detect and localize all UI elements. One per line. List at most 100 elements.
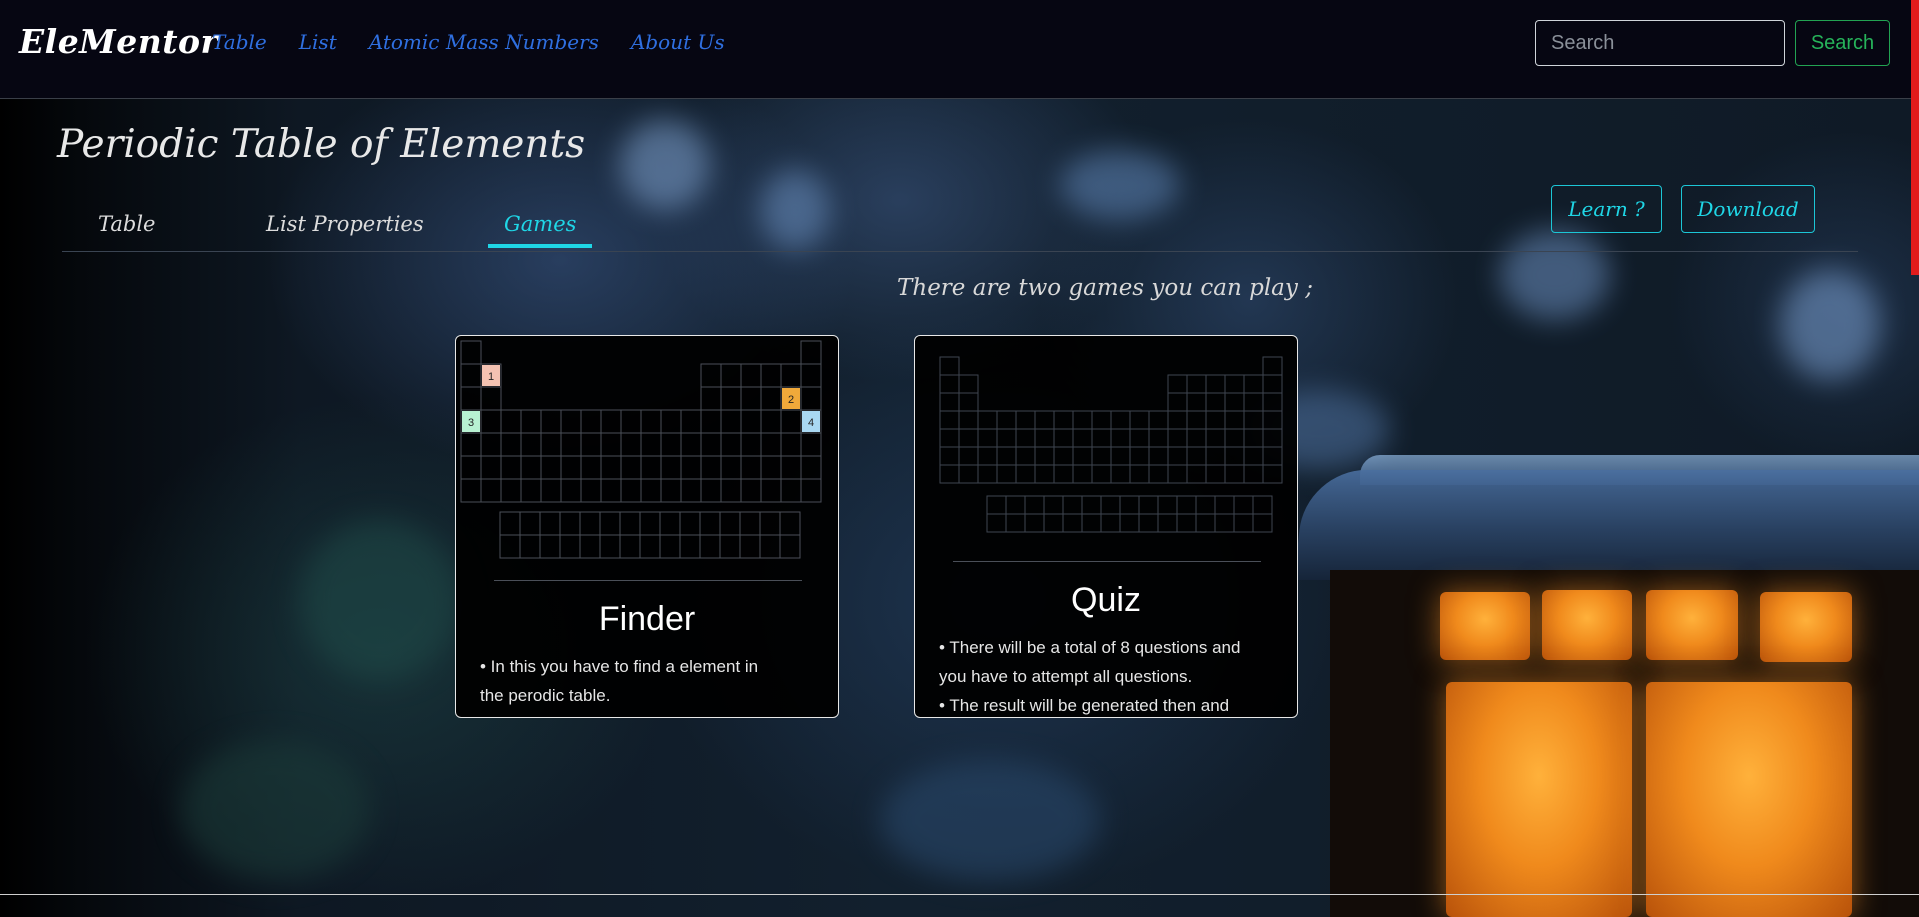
table-cell	[1129, 410, 1150, 430]
download-button[interactable]: Download	[1681, 185, 1815, 233]
table-cell	[1262, 392, 1283, 412]
table-cell	[1157, 513, 1178, 533]
table-cell	[720, 386, 742, 411]
table-cell	[660, 455, 682, 480]
table-cell	[996, 464, 1017, 484]
table-cell	[986, 495, 1007, 515]
nav-link-about-us[interactable]: About Us	[631, 30, 725, 54]
table-cell	[939, 374, 960, 394]
table-cell	[1243, 464, 1264, 484]
table-cell	[460, 432, 482, 457]
table-cell	[1110, 446, 1131, 466]
table-cell	[620, 432, 642, 457]
nav-link-table[interactable]: Table	[212, 30, 267, 54]
table-cell	[1233, 495, 1254, 515]
table-cell	[739, 534, 761, 559]
table-cell	[1224, 392, 1245, 412]
table-cell	[560, 432, 582, 457]
table-cell	[1015, 428, 1036, 448]
tab-list-properties[interactable]: List Properties	[250, 212, 440, 244]
table-cell	[660, 409, 682, 434]
table-cell	[619, 534, 641, 559]
table-cell	[1148, 428, 1169, 448]
table-cell	[640, 432, 662, 457]
table-cell	[639, 511, 661, 536]
table-cell	[1167, 446, 1188, 466]
bokeh-light	[180, 740, 370, 880]
table-cell	[599, 511, 621, 536]
search-button[interactable]: Search	[1795, 20, 1890, 66]
table-cell	[1186, 446, 1207, 466]
table-cell	[1176, 513, 1197, 533]
table-cell	[1205, 392, 1226, 412]
tab-table[interactable]: Table	[82, 212, 171, 244]
lantern-pane	[1542, 590, 1632, 660]
table-cell	[1252, 495, 1273, 515]
table-cell	[500, 478, 522, 503]
table-cell	[996, 446, 1017, 466]
scrollbar-thumb[interactable]	[1911, 0, 1919, 275]
card-divider	[494, 580, 802, 581]
table-cell	[500, 455, 522, 480]
table-cell	[680, 478, 702, 503]
table-cell	[740, 363, 762, 388]
table-cell	[499, 534, 521, 559]
table-cell	[1186, 410, 1207, 430]
bokeh-light	[300, 520, 460, 680]
learn-button[interactable]: Learn ?	[1551, 185, 1662, 233]
table-cell	[779, 534, 801, 559]
table-cell	[1072, 410, 1093, 430]
table-cell	[1243, 446, 1264, 466]
card-description-line: • The result will be generated then and	[939, 696, 1230, 715]
table-cell	[679, 534, 701, 559]
tab-games[interactable]: Games	[488, 212, 593, 248]
table-cell	[640, 455, 662, 480]
table-cell	[660, 478, 682, 503]
table-cell	[1034, 410, 1055, 430]
table-cell	[1205, 410, 1226, 430]
table-cell	[760, 478, 782, 503]
table-cell	[1205, 374, 1226, 394]
table-cell	[539, 511, 561, 536]
table-cell	[460, 455, 482, 480]
table-cell	[1053, 446, 1074, 466]
table-cell	[480, 478, 502, 503]
table-cell	[740, 386, 762, 411]
table-cell	[499, 511, 521, 536]
table-cell	[977, 446, 998, 466]
table-cell	[1138, 495, 1159, 515]
table-cell	[800, 455, 822, 480]
table-cell	[977, 464, 998, 484]
game-card-finder[interactable]: 1 2 3 4 Finder • In this you have to find a…	[455, 335, 839, 718]
table-cell	[1110, 410, 1131, 430]
table-cell	[1043, 495, 1064, 515]
page-title: Periodic Table of Elements	[57, 122, 586, 167]
table-cell	[800, 478, 822, 503]
table-cell	[977, 410, 998, 430]
table-cell	[1081, 513, 1102, 533]
nav-link-list[interactable]: List	[299, 30, 337, 54]
table-cell	[1072, 446, 1093, 466]
table-cell	[779, 511, 801, 536]
table-cell	[939, 356, 960, 376]
table-cell	[740, 455, 762, 480]
table-cell	[760, 386, 782, 411]
table-cell	[1262, 428, 1283, 448]
table-cell	[539, 534, 561, 559]
table-cell	[1091, 428, 1112, 448]
nav-link-atomic-mass-numbers[interactable]: Atomic Mass Numbers	[369, 30, 599, 54]
table-cell	[1243, 392, 1264, 412]
table-cell	[640, 409, 662, 434]
scrollbar[interactable]	[1911, 0, 1919, 917]
search-input[interactable]	[1535, 20, 1785, 66]
table-cell	[800, 340, 822, 365]
table-cell	[720, 409, 742, 434]
table-cell	[680, 432, 702, 457]
brand-logo[interactable]: EleMentor	[19, 22, 218, 61]
table-cell	[1195, 513, 1216, 533]
table-cell	[939, 392, 960, 412]
table-cell	[1072, 464, 1093, 484]
table-cell	[958, 392, 979, 412]
table-cell	[460, 340, 482, 365]
game-card-quiz[interactable]: Quiz • There will be a total of 8 questi…	[914, 335, 1298, 718]
